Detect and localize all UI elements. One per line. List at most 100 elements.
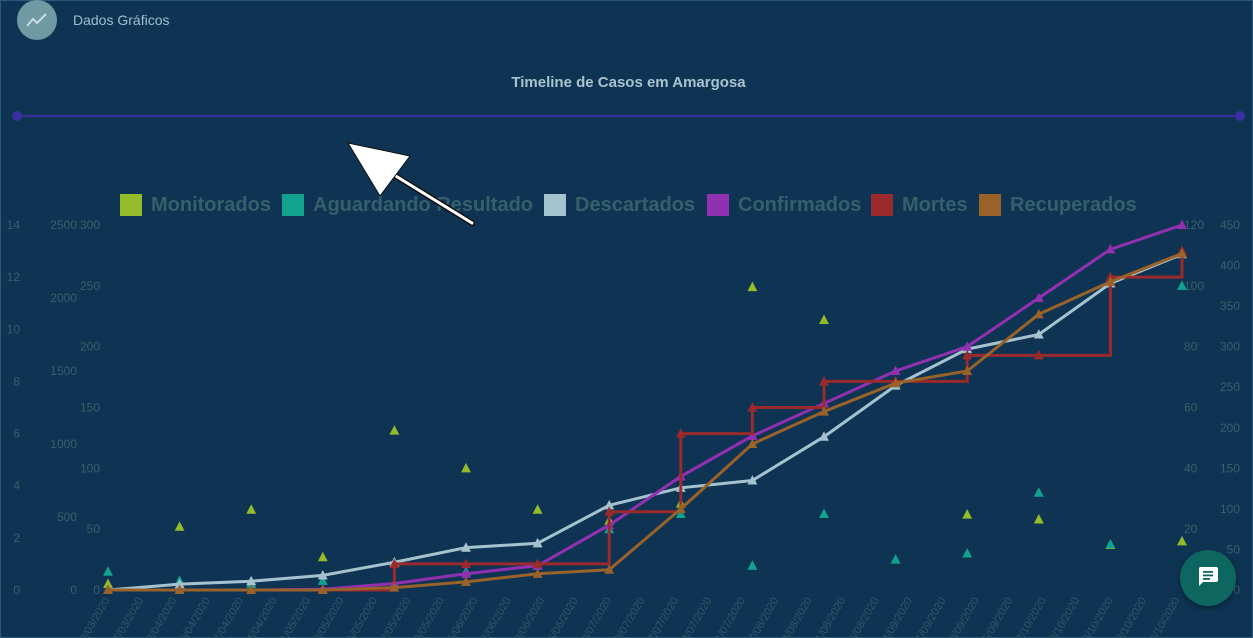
data-point [890,554,901,564]
y-tick-label: 0 [93,583,100,597]
x-tick-label: 01/05/2020 [275,596,313,638]
x-tick-label: 15/05/2020 [342,596,380,638]
x-tick-label: 22/05/2020 [376,596,414,638]
x-tick-label: 30/10/2020 [1145,596,1183,638]
legend-label: Monitorados [151,194,271,216]
legend-item[interactable]: Mortes [871,194,968,216]
y-tick-label: 60 [1184,401,1198,415]
legend-item[interactable]: Recuperados [979,194,1137,216]
legend-swatch [282,194,304,216]
y-tick-label: 0 [13,583,20,597]
y-tick-label: 500 [57,510,77,524]
series-line [108,223,1183,592]
data-point [317,551,328,562]
series-monitorados [103,281,1187,588]
x-tick-label: 18/09/2020 [944,596,982,638]
x-tick-label: 17/07/2020 [643,596,681,638]
y-tick-label: 200 [1220,421,1240,435]
legend-item[interactable]: Aguardando Resultado [282,194,533,216]
x-tick-label: 24/04/2020 [242,596,280,638]
legend-swatch [871,194,893,216]
y-tick-label: 12 [7,270,21,284]
y-tick-label: 50 [1227,542,1241,556]
x-tick-label: 23/10/2020 [1111,596,1149,638]
y-tick-label: 2500 [50,218,77,232]
chat-button[interactable] [1180,550,1236,606]
y-tick-label: 250 [1220,380,1240,394]
y-tick-label: 80 [1184,340,1198,354]
y-tick-label: 150 [80,401,100,415]
x-tick-label: 02/10/2020 [1011,596,1049,638]
legend-label: Recuperados [1010,194,1137,216]
cases-timeline-chart: Monitorados Aguardando Resultado Descartad… [7,142,1241,638]
x-tick-label: 20/03/2020 [75,596,113,638]
legend-label: Descartados [575,194,695,216]
x-tick-label: 31/07/2020 [710,596,748,638]
legend-swatch [120,194,142,216]
legend-label: Aguardando Resultado [313,194,533,216]
y-axis-confirmados: 050100150200250300350400450 [1220,218,1240,597]
y-tick-label: 20 [1184,522,1198,536]
y-tick-label: 400 [1220,259,1240,273]
data-point [532,504,543,514]
x-tick-label: 16/10/2020 [1078,596,1116,638]
data-point [1105,538,1116,549]
y-tick-label: 8 [13,374,20,388]
legend-label: Confirmados [738,194,861,216]
data-point [389,425,400,435]
y-tick-label: 450 [1220,218,1240,232]
x-tick-label: 03/04/2020 [142,596,180,638]
y-tick-label: 350 [1220,299,1240,313]
y-tick-label: 150 [1220,461,1240,475]
y-tick-label: 6 [13,427,20,441]
y-tick-label: 2000 [50,291,77,305]
chart-axes: 0 2 4 6 8 10 12 14 0 500 1000 1500 2000 2500 0 50 100 150… [7,218,1241,597]
y-tick-label: 40 [1184,461,1198,475]
data-point [174,521,185,531]
x-tick-label: 14/08/2020 [777,596,815,638]
y-tick-label: 1500 [50,364,77,378]
x-tick-label: 03/07/2020 [576,596,614,638]
y-tick-label: 100 [80,461,100,475]
data-point [461,462,471,473]
x-tick-label: 26/06/2020 [543,596,581,638]
y-tick-label: 100 [1184,279,1204,293]
y-tick-label: 10 [7,322,21,336]
legend-swatch [979,194,1001,216]
data-point [962,548,973,558]
legend-item[interactable]: Monitorados [120,194,271,216]
data-point [747,281,758,292]
data-point [819,508,829,519]
y-tick-label: 120 [1184,218,1204,232]
data-point [1033,487,1044,497]
plot-area [103,219,1187,595]
y-axis-aguardando: 020406080100120 [1184,218,1204,597]
legend-label: Mortes [902,194,968,216]
x-tick-label: 28/08/2020 [844,596,882,638]
series-descartados [103,248,1187,595]
x-tick-label: 05/06/2020 [442,596,480,638]
y-tick-label: 50 [87,522,101,536]
y-axis-descartados: 0 500 1000 1500 2000 2500 [50,218,77,597]
x-tick-label: 07/08/2020 [743,596,781,638]
data-point [1033,514,1044,524]
series-mortes [103,245,1187,595]
y-tick-label: 4 [13,479,20,493]
x-tick-label: 10/04/2020 [175,596,213,638]
x-tick-label: 17/04/2020 [208,596,246,638]
x-tick-label: 09/10/2020 [1044,596,1082,638]
legend-item[interactable]: Confirmados [707,194,861,216]
x-tick-label: 19/06/2020 [509,596,547,638]
x-tick-label: 12/06/2020 [476,596,514,638]
x-tick-label: 25/09/2020 [977,596,1015,638]
x-tick-label: 04/09/2020 [877,596,915,638]
legend-item[interactable]: Descartados [544,194,695,216]
y-tick-label: 300 [1220,340,1240,354]
y-axis-monitorados: 0 50 100 150 200 250 300 [80,218,100,597]
data-point [819,314,829,324]
y-tick-label: 300 [80,218,100,232]
data-point [246,504,257,514]
data-point [1177,535,1187,546]
y-tick-label: 250 [80,279,100,293]
legend-swatch [707,194,729,216]
